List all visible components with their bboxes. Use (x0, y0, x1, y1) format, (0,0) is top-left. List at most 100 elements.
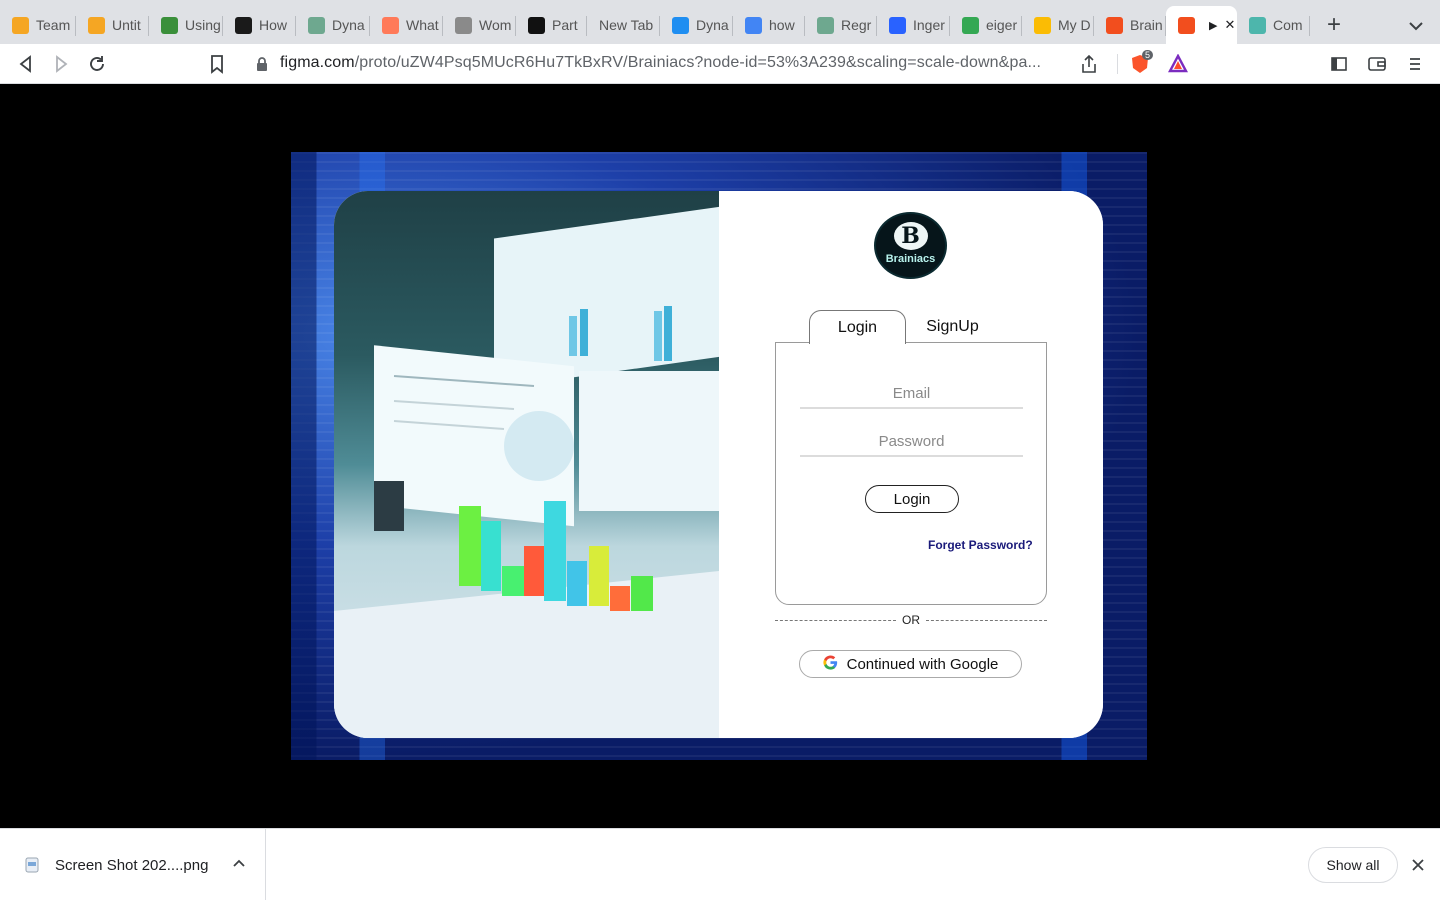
close-tab-icon[interactable]: ✕ (1224, 17, 1235, 33)
figma-icon (1106, 16, 1123, 34)
browser-tab-label: What (406, 17, 439, 33)
browser-tab-label: How (259, 17, 288, 33)
email-field[interactable] (800, 379, 1023, 409)
openai-icon (308, 16, 325, 34)
drive-icon (962, 16, 979, 34)
browser-tab-label: Com (1273, 17, 1303, 33)
browser-tab-label: Untit (112, 17, 141, 33)
logo-letter: B (893, 222, 928, 250)
reload-icon[interactable] (85, 52, 109, 76)
browser-tab-label: Inger (913, 17, 945, 33)
browser-tab-label: New Tab (599, 17, 654, 33)
browser-tab[interactable]: eiger (950, 6, 1022, 44)
close-icon[interactable] (1410, 857, 1426, 878)
google-icon (745, 16, 762, 34)
share-icon[interactable] (1077, 52, 1101, 76)
leaf-icon (1249, 16, 1266, 34)
browser-tab[interactable]: My D (1022, 6, 1094, 44)
google-icon (823, 654, 838, 674)
dashboard-illustration (334, 191, 719, 738)
shield-count-badge: 5 (1142, 50, 1154, 60)
bookmark-icon[interactable] (205, 52, 229, 76)
forgot-password-link[interactable]: Forget Password? (928, 538, 1033, 552)
wallet-icon[interactable] (1365, 52, 1389, 76)
browser-tab-label: Dyna (696, 17, 729, 33)
divider-line-right (926, 619, 1047, 621)
browser-tab[interactable]: Inger (877, 6, 950, 44)
infinity-icon (88, 16, 105, 34)
browser-tab-label: eiger (986, 17, 1018, 33)
browser-tab[interactable]: How (223, 6, 296, 44)
chevron-up-icon[interactable] (231, 855, 247, 876)
doc-icon (889, 16, 906, 34)
analytics-icon (528, 16, 545, 34)
browser-tab-strip: Team Untit Using How Dyna What Wom Part New Tab D… (0, 0, 1440, 44)
url-host: figma.com (280, 54, 355, 71)
download-item[interactable]: Screen Shot 202....png (0, 829, 266, 900)
tab-login[interactable]: Login (809, 310, 906, 344)
tab-signup[interactable]: SignUp (904, 310, 1001, 344)
or-text: OR (902, 613, 920, 627)
browser-tab[interactable]: ▶ ✕ (1166, 6, 1237, 44)
eyes-icon (455, 16, 472, 34)
login-form: Login Forget Password? (775, 342, 1047, 605)
hubspot-icon (382, 16, 399, 34)
browser-tab[interactable]: Part (516, 6, 587, 44)
url-path: /proto/uZW4Psq5MUcR6Hu7TkBxRV/Brainiacs?… (354, 54, 1042, 71)
infinity-icon (12, 16, 29, 34)
address-bar[interactable]: figma.com/proto/uZW4Psq5MUcR6Hu7TkBxRV/B… (280, 54, 1041, 72)
browser-tab[interactable]: What (370, 6, 443, 44)
browser-tab[interactable]: Dyna (296, 6, 370, 44)
browser-tab[interactable]: Untit (76, 6, 149, 44)
browser-tab[interactable]: Regr (805, 6, 877, 44)
browser-tab-label: Regr (841, 17, 872, 33)
tab-search-chevron-icon[interactable] (1404, 14, 1428, 38)
browser-tab-label: Part (552, 17, 578, 33)
or-divider: OR (775, 611, 1047, 629)
browser-toolbar: figma.com/proto/uZW4Psq5MUcR6Hu7TkBxRV/B… (0, 44, 1440, 84)
file-icon (25, 857, 39, 878)
forward-icon[interactable] (49, 52, 73, 76)
browser-tab[interactable]: Team (0, 6, 76, 44)
browser-tab-label: Brain (1130, 17, 1163, 33)
browser-tab[interactable]: Wom (443, 6, 516, 44)
browser-tab-label: Dyna (332, 17, 365, 33)
browser-tab-label: Using (185, 17, 221, 33)
browser-tab-label: how (769, 17, 795, 33)
tab-separator (1309, 16, 1310, 36)
browser-tab[interactable]: New Tab (587, 6, 660, 44)
brave-shield-icon[interactable]: 5 (1128, 50, 1154, 76)
menu-icon[interactable] (1403, 52, 1427, 76)
ai-icon (672, 16, 689, 34)
play-circle-icon (235, 16, 252, 34)
divider-line-left (775, 619, 896, 621)
password-field[interactable] (800, 427, 1023, 457)
lock-icon[interactable] (250, 52, 274, 76)
figma-icon (1178, 16, 1195, 34)
brainiacs-logo: B Brainiacs (874, 212, 947, 279)
sidebar-toggle-icon[interactable] (1327, 52, 1351, 76)
browser-tab-label: Wom (479, 17, 512, 33)
browser-tab-label: Team (36, 17, 71, 33)
google-button-label: Continued with Google (846, 655, 999, 673)
openai-icon (817, 16, 834, 34)
download-shelf: Screen Shot 202....png Show all (0, 828, 1440, 900)
browser-tab[interactable]: Dyna (660, 6, 733, 44)
google-signin-button[interactable]: Continued with Google (799, 650, 1022, 678)
logo-name: Brainiacs (885, 253, 936, 265)
download-file-name: Screen Shot 202....png (55, 857, 209, 874)
drive-icon (1034, 16, 1051, 34)
browser-tab[interactable]: Using (149, 6, 223, 44)
playing-icon: ▶ (1209, 19, 1218, 32)
brave-rewards-icon[interactable] (1166, 52, 1190, 76)
toolbar-divider (1117, 54, 1118, 74)
login-button[interactable]: Login (865, 485, 959, 513)
browser-tab[interactable]: how (733, 6, 805, 44)
browser-tab[interactable]: Com (1237, 6, 1310, 44)
link-icon (161, 16, 178, 34)
browser-tab[interactable]: Brain (1094, 6, 1166, 44)
show-all-button[interactable]: Show all (1308, 847, 1398, 883)
back-icon[interactable] (14, 52, 38, 76)
browser-tab-label: My D (1058, 17, 1091, 33)
new-tab-button[interactable]: + (1320, 12, 1348, 40)
